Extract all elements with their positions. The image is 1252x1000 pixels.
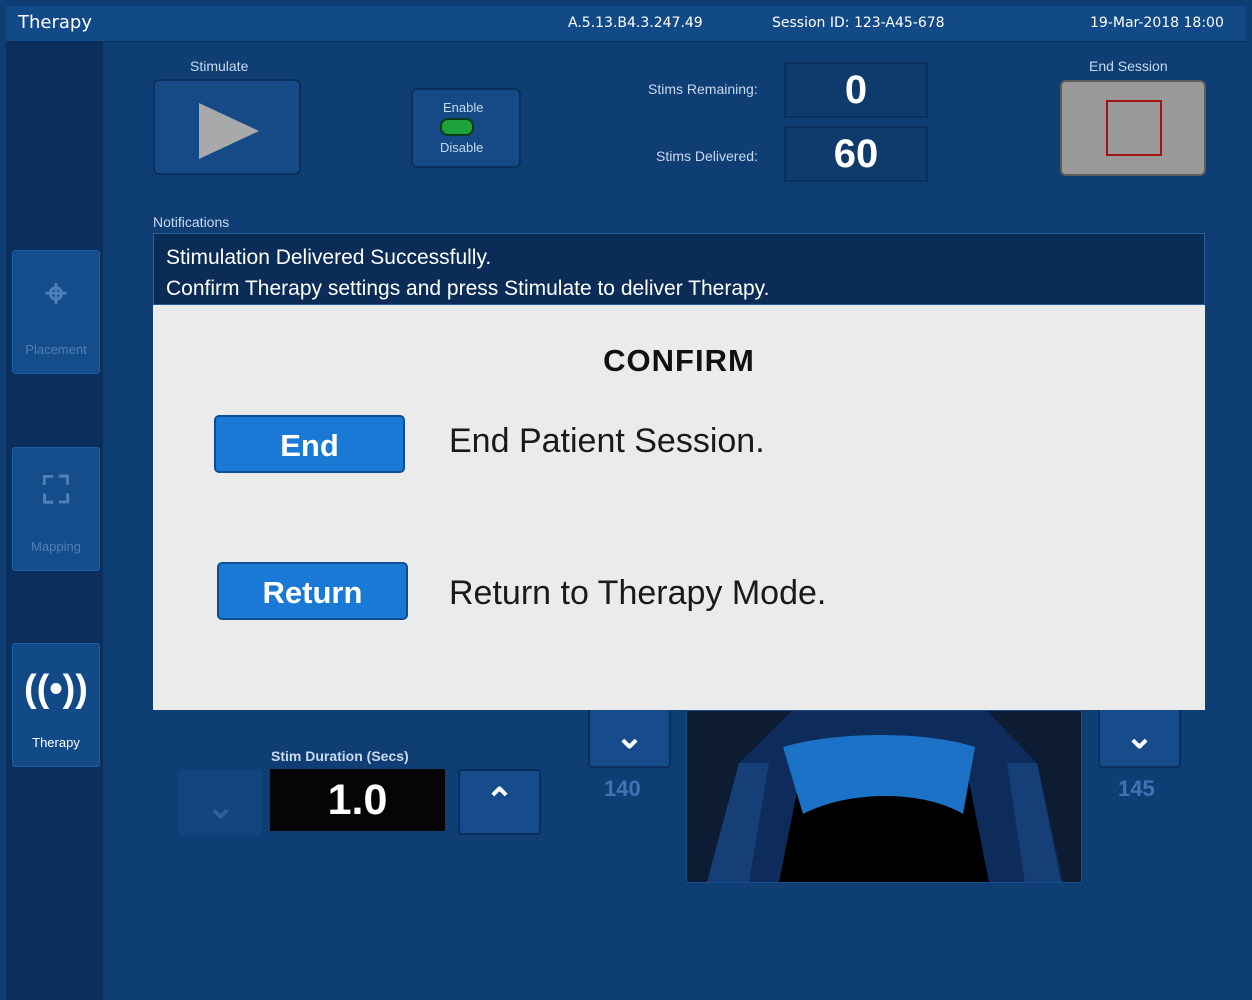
stimulate-label: Stimulate xyxy=(190,58,249,74)
anatomy-scan-image xyxy=(686,710,1082,883)
stims-remaining-label: Stims Remaining: xyxy=(648,81,758,97)
increase-duration-button[interactable]: ⌃ xyxy=(458,769,541,835)
left-setting-value: 140 xyxy=(604,776,641,801)
chevron-down-icon: ⌄ xyxy=(206,788,235,826)
notification-line: Stimulation Delivered Successfully. xyxy=(166,246,492,269)
enable-disable-toggle[interactable]: Enable Disable xyxy=(411,88,521,168)
end-session-label: End Session xyxy=(1089,58,1168,74)
end-button[interactable]: End xyxy=(214,415,405,473)
disable-label: Disable xyxy=(440,140,484,155)
stims-delivered-value: 60 xyxy=(784,126,928,182)
toggle-indicator xyxy=(440,118,474,136)
play-icon xyxy=(199,103,259,159)
nav-mapping-label: Mapping xyxy=(31,539,81,554)
chevron-down-icon: ⌄ xyxy=(615,718,644,756)
nav-placement[interactable]: ⌖ Placement xyxy=(12,250,100,374)
confirm-dialog: CONFIRM End End Patient Session. Return … xyxy=(153,305,1205,710)
anatomy-illustration xyxy=(707,711,1063,882)
stim-duration-label: Stim Duration (Secs) xyxy=(271,748,409,764)
enable-label: Enable xyxy=(443,100,484,115)
target-icon: ⌖ xyxy=(45,273,67,315)
stim-duration-value: 1.0 xyxy=(270,769,445,831)
session-id: Session ID: 123-A45-678 xyxy=(772,15,945,31)
end-description: End Patient Session. xyxy=(449,422,765,460)
chevron-down-icon: ⌄ xyxy=(1125,718,1154,756)
nav-placement-label: Placement xyxy=(25,342,87,357)
stop-icon xyxy=(1106,100,1162,156)
software-version: A.5.13.B4.3.247.49 xyxy=(568,15,703,31)
right-down-button[interactable]: ⌄ xyxy=(1098,710,1181,768)
notifications-label: Notifications xyxy=(153,214,230,230)
date-time: 19-Mar-2018 18:00 xyxy=(1090,15,1224,31)
focus-icon: ⛶ xyxy=(42,470,70,512)
nav-therapy-label: Therapy xyxy=(32,735,80,750)
return-button[interactable]: Return xyxy=(217,562,408,620)
top-status-bar: Therapy A.5.13.B4.3.247.49 Session ID: 1… xyxy=(6,6,1246,42)
nav-mapping[interactable]: ⛶ Mapping xyxy=(12,447,100,571)
screen-title: Therapy xyxy=(18,12,92,33)
stimulate-button[interactable] xyxy=(153,79,301,175)
return-description: Return to Therapy Mode. xyxy=(449,574,827,612)
notifications-panel: Stimulation Delivered Successfully. Conf… xyxy=(153,233,1205,305)
chevron-up-icon: ⌃ xyxy=(485,782,514,820)
nav-therapy[interactable]: ((•)) Therapy xyxy=(12,643,100,767)
decrease-duration-button[interactable]: ⌄ xyxy=(179,769,262,835)
notification-line: Confirm Therapy settings and press Stimu… xyxy=(166,277,770,300)
left-down-button[interactable]: ⌄ xyxy=(588,710,671,768)
stims-delivered-label: Stims Delivered: xyxy=(656,148,758,164)
dialog-title: CONFIRM xyxy=(603,343,755,378)
end-session-button[interactable] xyxy=(1060,80,1206,176)
stims-remaining-value: 0 xyxy=(784,62,928,118)
broadcast-icon: ((•)) xyxy=(24,668,88,710)
right-setting-value: 145 xyxy=(1118,776,1155,801)
